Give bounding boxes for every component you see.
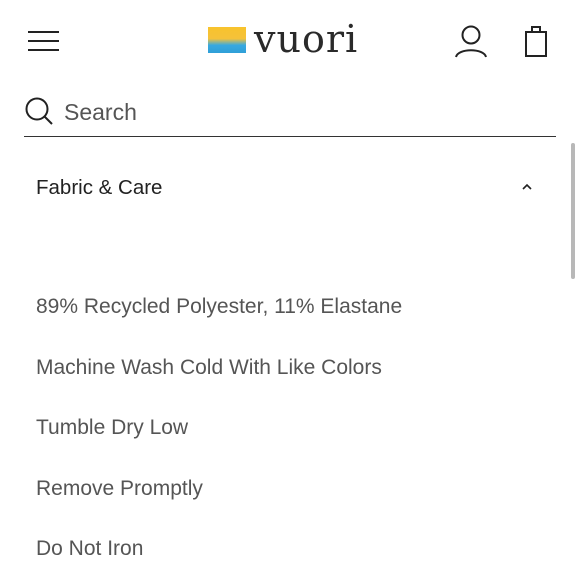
- hamburger-menu-icon[interactable]: [28, 28, 60, 54]
- product-details-page: vuori Fabric & Care 89% Recycled Polyest…: [0, 0, 580, 580]
- search-bar[interactable]: [24, 92, 556, 137]
- logo-text: vuori: [254, 17, 359, 61]
- care-instructions-list: 89% Recycled Polyester, 11% Elastane Mac…: [36, 292, 402, 580]
- fabric-care-accordion-toggle[interactable]: Fabric & Care: [36, 170, 536, 206]
- chevron-up-icon: [522, 183, 532, 190]
- care-item: Machine Wash Cold With Like Colors: [36, 355, 382, 379]
- care-item: Tumble Dry Low: [36, 416, 189, 439]
- search-icon: [25, 97, 53, 125]
- logo-mark: [208, 27, 246, 53]
- user-icon[interactable]: [454, 24, 488, 58]
- search-input[interactable]: [64, 96, 544, 128]
- care-item: 89% Recycled Polyester, 11% Elastane: [36, 295, 403, 318]
- site-header: vuori: [0, 0, 580, 82]
- scrollbar-thumb[interactable]: [571, 143, 575, 279]
- care-item: Do Not Iron: [36, 537, 144, 560]
- accordion-title: Fabric & Care: [36, 176, 163, 199]
- care-item: Remove Promptly: [36, 476, 203, 500]
- vuori-logo[interactable]: vuori: [208, 20, 358, 60]
- shopping-bag-icon[interactable]: [522, 24, 550, 58]
